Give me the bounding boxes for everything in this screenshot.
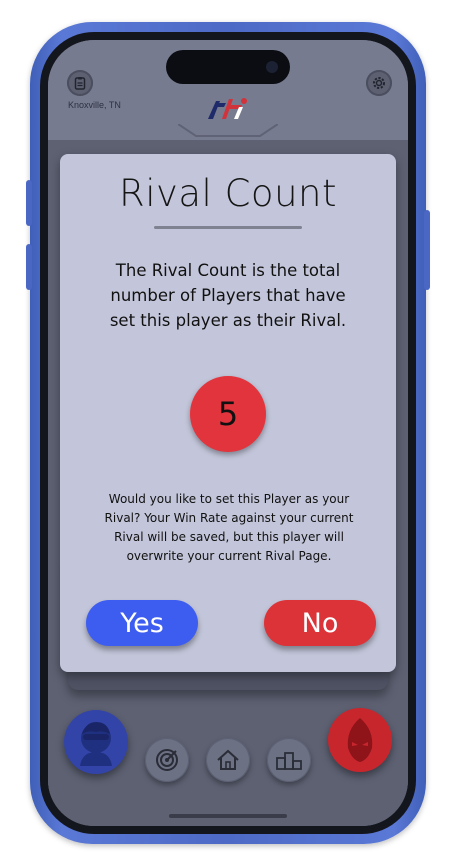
- app-logo: [204, 93, 250, 123]
- target-button[interactable]: [145, 738, 189, 782]
- rival-avatar-icon: [347, 718, 373, 762]
- clipboard-icon[interactable]: [67, 70, 93, 96]
- target-icon: [156, 749, 178, 771]
- header-chevron: [178, 124, 278, 137]
- podium-button[interactable]: [267, 738, 311, 782]
- podium-icon: [276, 752, 302, 770]
- home-icon: [217, 749, 239, 770]
- player-avatar-button[interactable]: [64, 710, 128, 774]
- gear-icon[interactable]: [366, 70, 392, 96]
- phone-side-button: [26, 244, 32, 290]
- location-label: Knoxville, TN: [68, 100, 121, 110]
- modal-description: The Rival Count is the total number of P…: [109, 261, 347, 330]
- title-divider: [154, 226, 302, 229]
- modal-question: Would you like to set this Player as you…: [104, 492, 354, 563]
- home-indicator: [169, 814, 287, 818]
- rival-count-badge: 5: [190, 376, 266, 452]
- modal-title: Rival Count: [119, 172, 337, 215]
- home-button[interactable]: [206, 738, 250, 782]
- yes-button[interactable]: Yes: [86, 600, 198, 646]
- rival-avatar-button[interactable]: [328, 708, 392, 772]
- no-button[interactable]: No: [264, 600, 376, 646]
- dynamic-island: [166, 50, 290, 84]
- phone-side-button: [424, 210, 430, 290]
- player-avatar-icon: [80, 722, 112, 766]
